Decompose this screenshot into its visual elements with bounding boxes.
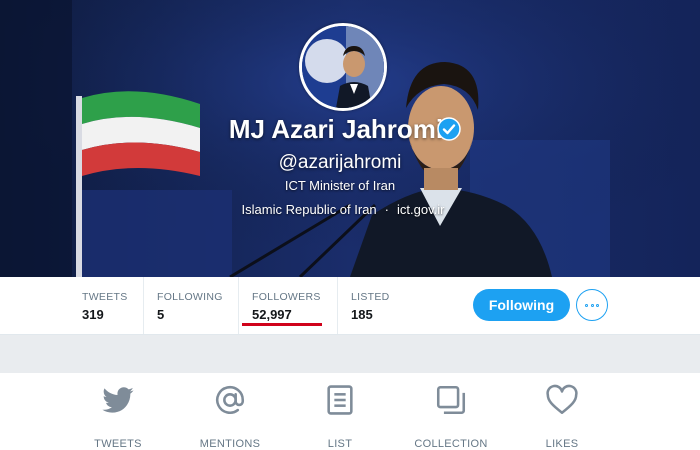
tab-collection[interactable]: COLLECTION <box>401 383 501 450</box>
avatar-image <box>302 26 384 108</box>
tab-label: COLLECTION <box>414 438 488 450</box>
verified-badge-icon <box>437 117 461 141</box>
display-name: MJ Azari Jahromi <box>228 114 444 144</box>
location-text: Islamic Republic of Iran <box>241 202 377 217</box>
handle: @azarijahromi <box>278 152 402 173</box>
heart-icon <box>546 384 578 415</box>
stat-value: 319 <box>82 307 104 322</box>
stat-following[interactable]: FOLLOWING 5 <box>144 277 238 334</box>
stat-value: 185 <box>351 307 373 322</box>
tab-label: TWEETS <box>94 438 142 450</box>
tab-bar: TWEETS MENTIONS LIST COLLECTION LIKES <box>0 373 700 450</box>
profile-meta: Islamic Republic of Iran · ict.gov.ir <box>0 202 686 217</box>
tab-label: LIST <box>327 438 353 450</box>
stat-label: FOLLOWING <box>157 291 223 303</box>
stat-label: FOLLOWERS <box>252 291 321 303</box>
profile-banner: MJ Azari Jahromi @azarijahromi ICT Minis… <box>0 0 700 277</box>
tab-list[interactable]: LIST <box>290 383 390 450</box>
tab-mentions[interactable]: MENTIONS <box>180 383 280 450</box>
bio: ICT Minister of Iran <box>284 178 396 193</box>
at-sign-icon <box>215 385 245 414</box>
list-icon <box>327 385 353 415</box>
more-dot <box>585 304 588 307</box>
tab-label: LIKES <box>545 438 579 450</box>
more-dot <box>590 304 594 307</box>
tab-tweets[interactable]: TWEETS <box>68 383 168 450</box>
stat-listed[interactable]: LISTED 185 <box>338 277 438 334</box>
more-dot <box>596 304 599 307</box>
followers-highlight-underline <box>242 323 322 326</box>
section-gap <box>0 335 700 373</box>
following-button[interactable]: Following <box>473 289 570 321</box>
collection-icon <box>436 385 466 415</box>
profile-info: MJ Azari Jahromi @azarijahromi ICT Minis… <box>0 0 700 277</box>
tab-likes[interactable]: LIKES <box>512 383 612 450</box>
stat-value: 5 <box>157 307 165 322</box>
meta-separator: · <box>384 202 390 217</box>
stat-tweets[interactable]: TWEETS 319 <box>0 277 143 334</box>
avatar[interactable] <box>299 23 387 111</box>
tab-label: MENTIONS <box>199 438 261 450</box>
stat-label: LISTED <box>351 291 390 303</box>
website-link[interactable]: ict.gov.ir <box>397 202 444 217</box>
more-options-icon[interactable] <box>576 289 608 321</box>
stat-value: 52,997 <box>252 307 292 322</box>
twitter-bird-icon <box>102 387 134 413</box>
stat-label: TWEETS <box>82 291 128 303</box>
